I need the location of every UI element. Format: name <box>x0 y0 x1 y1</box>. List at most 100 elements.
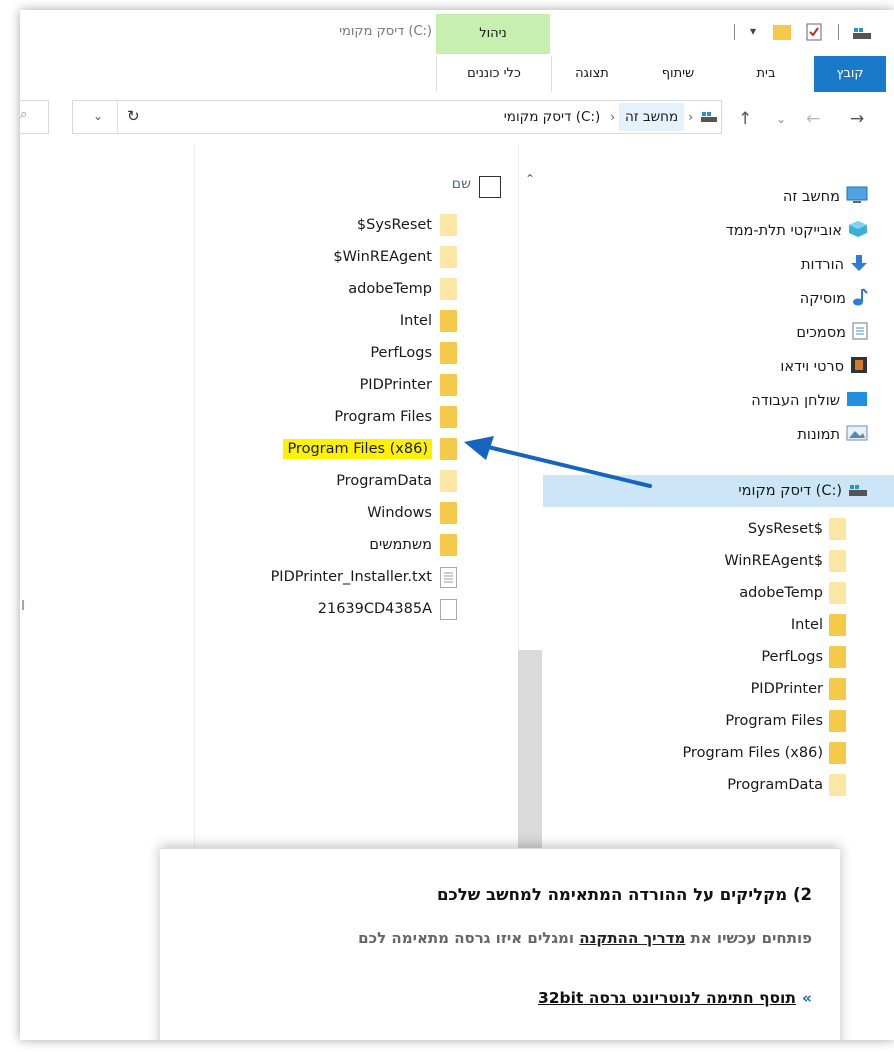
annotation-arrow <box>464 436 652 488</box>
nav-subfolder[interactable]: PerfLogs <box>761 642 846 672</box>
file-name: Program Files <box>334 409 432 425</box>
nav-item[interactable]: מחשב זה <box>783 182 868 212</box>
nav-item-label: מוסיקה <box>799 291 846 307</box>
file-row[interactable]: 21639CD4385A <box>318 594 457 624</box>
instruction-text-before: פותחים עכשיו את <box>690 929 812 947</box>
file-name: Program Files (x86) <box>283 439 432 459</box>
search-input[interactable]: ⌕ <box>20 100 49 134</box>
file-row[interactable]: PIDPrinter_Installer.txt <box>271 562 457 592</box>
nav-item-label: אובייקטי תלת-ממד <box>725 223 842 239</box>
nav-subfolder[interactable]: WinREAgent$ <box>724 546 846 576</box>
nav-item[interactable]: הורדות <box>801 250 868 280</box>
file-name: PIDPrinter_Installer.txt <box>270 569 432 585</box>
nav-item-label: הורדות <box>800 257 844 273</box>
nav-subfolder-label: WinREAgent$ <box>724 553 823 569</box>
file-row[interactable]: Intel <box>400 306 457 336</box>
file-name: $SysReset <box>356 217 432 233</box>
scroll-up-icon[interactable]: ⌃ <box>525 172 535 186</box>
nav-item[interactable]: תמונות <box>797 420 868 450</box>
instruction-heading: 2) מקליקים על ההורדה המתאימה למחשב שלכם <box>436 885 812 904</box>
breadcrumb-local-disk[interactable]: דיסק מקומי (C:) <box>498 103 606 131</box>
nav-subfolder[interactable]: Program Files <box>725 706 846 736</box>
file-name: ProgramData <box>336 473 432 489</box>
title-bar: ▾ ניהול דיסק מקומי (C:) <box>20 10 894 56</box>
drive-icon <box>848 482 868 501</box>
refresh-icon[interactable]: ↻ <box>127 107 140 125</box>
window-title: דיסק מקומי (C:) <box>339 24 432 39</box>
manage-tab[interactable]: ניהול <box>436 14 550 54</box>
folder-icon <box>440 214 457 236</box>
breadcrumb-separator: › <box>688 110 693 124</box>
file-row[interactable]: PerfLogs <box>370 338 457 368</box>
nav-subfolder[interactable]: adobeTemp <box>739 578 846 608</box>
file-row[interactable]: משתמשים <box>369 530 457 560</box>
tab-view[interactable]: תצוגה <box>560 56 624 92</box>
nav-subfolder-label: PIDPrinter <box>750 681 823 697</box>
install-guide-link[interactable]: מדריך ההתקנה <box>579 929 685 947</box>
nav-subfolder[interactable]: ProgramData <box>727 770 846 800</box>
nav-item-local-disk[interactable]: דיסק מקומי (C:) <box>738 476 868 506</box>
pane-marker <box>22 600 24 610</box>
cube-3d-icon <box>848 220 868 242</box>
tab-file[interactable]: קובץ <box>814 56 886 92</box>
file-row[interactable]: ProgramData <box>336 466 457 496</box>
breadcrumb-this-pc[interactable]: מחשב זה <box>619 103 685 131</box>
search-icon: ⌕ <box>20 107 28 122</box>
file-row[interactable]: adobeTemp <box>348 274 457 304</box>
file-row[interactable]: Program Files <box>334 402 457 432</box>
folder-icon <box>829 742 846 764</box>
nav-subfolder[interactable]: Program Files (x86) <box>682 738 846 768</box>
computer-drive-icon <box>697 111 721 123</box>
download-32bit-link[interactable]: » תוסף חתימה לנוטריונט גרסה 32bit <box>538 989 812 1007</box>
nav-item-label: שולחן העבודה <box>751 393 840 409</box>
folder-icon <box>829 678 846 700</box>
monitor-icon <box>846 186 868 208</box>
file-name: $WinREAgent <box>333 249 432 265</box>
desktop-icon <box>846 391 868 411</box>
file-row[interactable]: PIDPrinter <box>360 370 457 400</box>
download-arrow-icon <box>850 254 868 276</box>
nav-item[interactable]: סרטי וידאו <box>780 352 868 382</box>
nav-subfolder[interactable]: SysReset$ <box>748 514 846 544</box>
file-name: Intel <box>399 313 432 329</box>
instruction-text-after: ומגלים איזו גרסה מתאימה לכם <box>358 929 575 947</box>
file-row[interactable]: Windows <box>367 498 457 528</box>
file-row[interactable]: Program Files (x86) <box>283 434 457 464</box>
file-name: משתמשים <box>369 537 432 553</box>
address-bar[interactable]: ⌄ ↻ › מחשב זה › דיסק מקומי (C:) <box>72 100 722 134</box>
new-folder-icon[interactable] <box>772 22 792 42</box>
explorer-window: ▾ ניהול דיסק מקומי (C:) קובץ בית שיתוף ת… <box>20 10 894 1040</box>
nav-item-label: סרטי וידאו <box>780 359 844 375</box>
forward-arrow-icon[interactable]: ← <box>806 109 820 129</box>
column-header-name[interactable]: שם <box>452 176 471 192</box>
folder-icon <box>440 278 457 300</box>
nav-subfolder-label: PerfLogs <box>761 649 823 665</box>
recent-locations-icon[interactable]: ⌄ <box>776 112 786 126</box>
nav-item[interactable]: מסמכים <box>796 318 868 348</box>
documents-icon <box>852 322 868 344</box>
nav-item[interactable]: אובייקטי תלת-ממד <box>726 216 868 246</box>
select-all-checkbox[interactable] <box>479 176 501 198</box>
drive-icon[interactable] <box>852 25 872 39</box>
nav-subfolder[interactable]: Intel <box>791 610 846 640</box>
qat-separator <box>838 24 839 40</box>
properties-icon[interactable] <box>806 23 822 41</box>
scrollbar-thumb[interactable] <box>518 650 542 850</box>
back-arrow-icon[interactable]: → <box>850 109 864 129</box>
ribbon-tabs: קובץ בית שיתוף תצוגה כלי כוננים <box>20 56 894 93</box>
tab-share[interactable]: שיתוף <box>648 56 708 92</box>
nav-subfolder[interactable]: PIDPrinter <box>751 674 846 704</box>
file-row[interactable]: $SysReset <box>357 210 457 240</box>
customize-qat-icon[interactable]: ▾ <box>750 24 756 38</box>
tab-home[interactable]: בית <box>736 56 796 92</box>
folder-icon <box>440 502 457 524</box>
tab-drive-tools[interactable]: כלי כוננים <box>436 56 552 92</box>
file-row[interactable]: $WinREAgent <box>333 242 457 272</box>
up-arrow-icon[interactable]: ↑ <box>738 109 752 129</box>
file-name: PerfLogs <box>370 345 432 361</box>
nav-item[interactable]: שולחן העבודה <box>751 386 868 416</box>
nav-item[interactable]: מוסיקה <box>800 284 868 314</box>
address-dropdown-icon[interactable]: ⌄ <box>93 109 103 123</box>
breadcrumb: › מחשב זה › דיסק מקומי (C:) <box>498 101 721 133</box>
qat-separator <box>734 24 735 40</box>
